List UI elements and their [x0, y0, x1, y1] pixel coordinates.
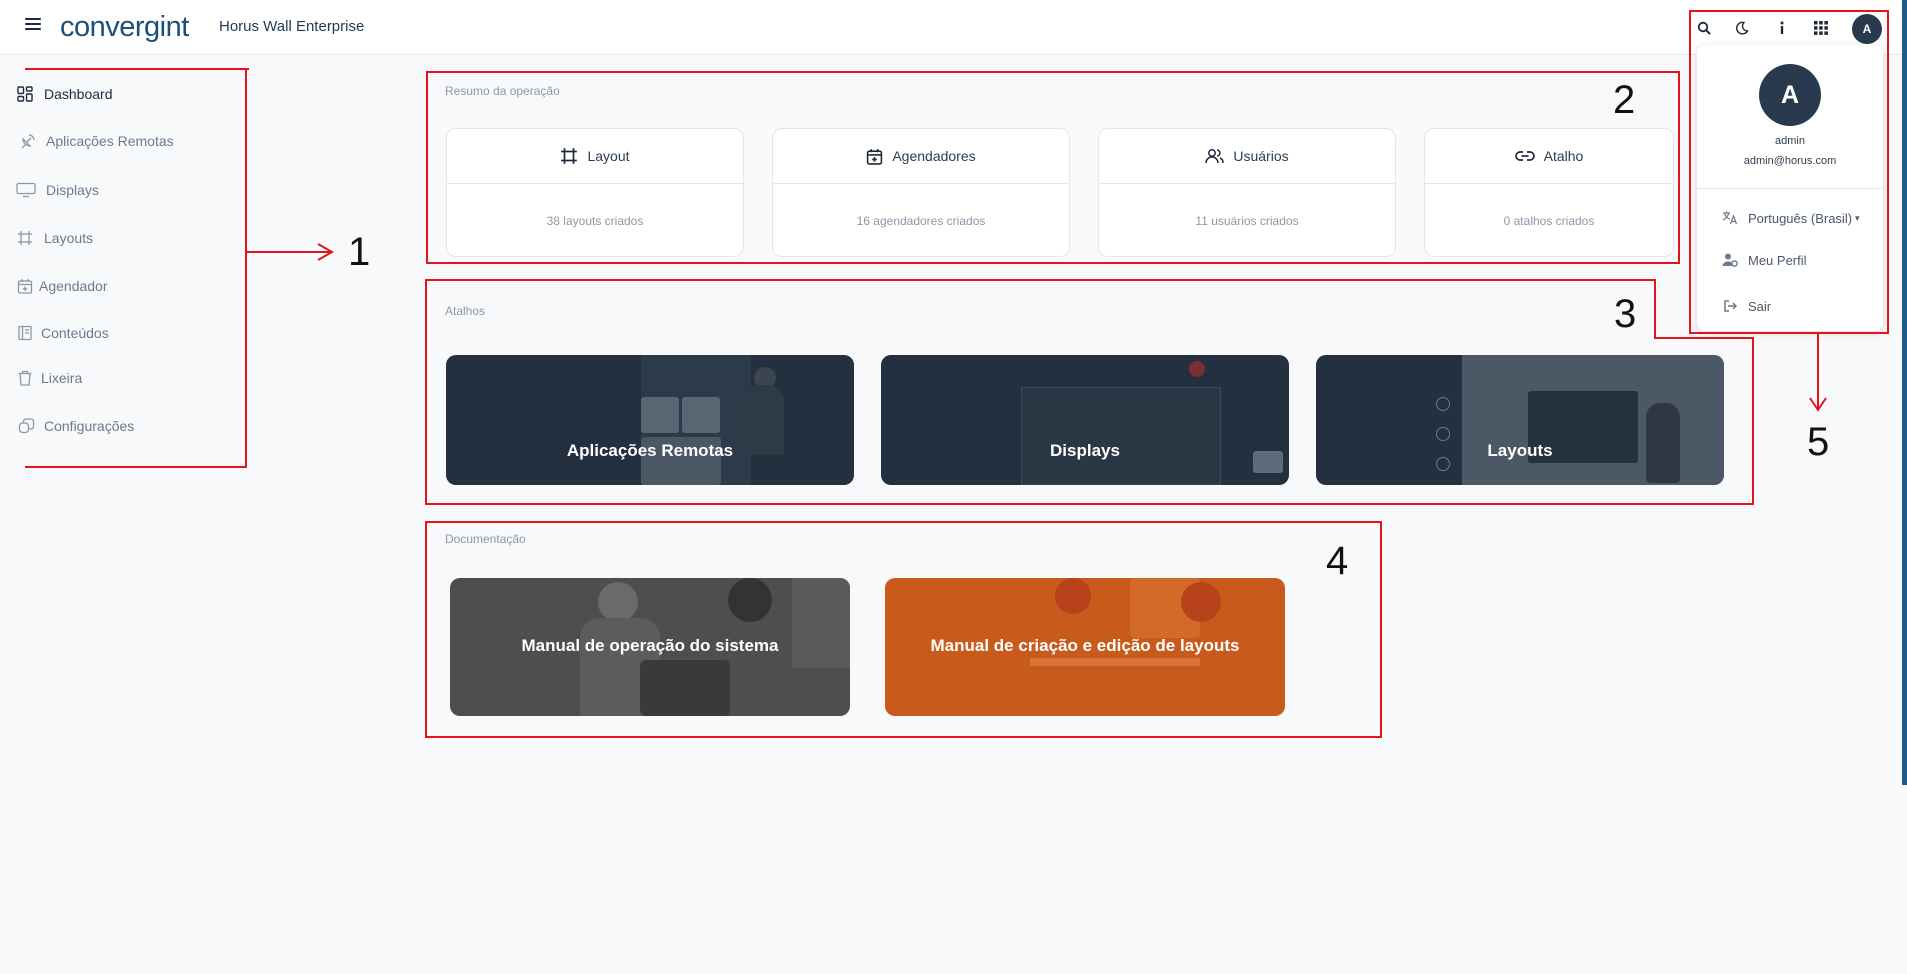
monitor-icon [16, 181, 36, 199]
illustration-icon [1436, 397, 1450, 411]
illustration-tile [641, 397, 679, 433]
brand-logo[interactable]: convergint [60, 11, 189, 44]
sidebar-item-remote-apps[interactable]: Aplicações Remotas [16, 129, 174, 153]
sidebar-item-contents[interactable]: Conteúdos [16, 321, 109, 345]
sidebar-item-scheduler[interactable]: Agendador [16, 274, 108, 298]
annotation-box-2 [426, 71, 1680, 264]
sidebar-item-label: Configurações [44, 418, 135, 434]
annotation-line [25, 68, 249, 70]
sidebar-item-displays[interactable]: Displays [16, 178, 99, 202]
sidebar-item-label: Dashboard [44, 86, 113, 102]
annotation-box-4 [425, 521, 1382, 738]
annotation-line [425, 279, 1655, 281]
annotation-line [1752, 337, 1754, 505]
annotation-number-3: 3 [1614, 292, 1637, 336]
sidebar-item-dashboard[interactable]: Dashboard [16, 82, 113, 106]
vertical-scrollbar[interactable] [1902, 0, 1907, 785]
shortcut-card-layouts[interactable]: Layouts [1316, 355, 1724, 485]
sidebar-item-label: Agendador [39, 278, 108, 294]
annotation-number-5: 5 [1807, 420, 1830, 464]
annotation-arrowhead [1809, 397, 1827, 412]
sidebar-item-label: Displays [46, 182, 99, 198]
shortcut-card-title: Aplicações Remotas [566, 441, 734, 460]
sidebar-item-label: Aplicações Remotas [46, 133, 174, 149]
calendar-plus-icon [16, 277, 34, 295]
annotation-number-2: 2 [1613, 78, 1636, 122]
shortcuts-section-label: Atalhos [445, 304, 486, 318]
annotation-line [245, 68, 247, 468]
illustration-tile [682, 397, 720, 433]
app-title: Horus Wall Enterprise [219, 18, 365, 35]
annotation-number-1: 1 [348, 230, 371, 274]
sidebar-item-trash[interactable]: Lixeira [16, 366, 82, 390]
frame-icon [16, 229, 34, 247]
sidebar-item-label: Conteúdos [41, 325, 109, 341]
book-icon [16, 324, 34, 342]
annotation-arrowhead [317, 243, 334, 261]
trash-icon [16, 369, 34, 387]
shortcut-card-title: Layouts [1487, 441, 1553, 460]
annotation-box-5 [1689, 10, 1889, 334]
annotation-line [425, 503, 1754, 505]
satellite-dish-icon [19, 132, 37, 150]
annotation-line [25, 466, 247, 468]
shortcut-card-displays[interactable]: Displays [881, 355, 1289, 485]
annotation-line [425, 279, 427, 505]
sidebar-item-label: Lixeira [41, 370, 83, 386]
illustration-screen [1021, 387, 1221, 485]
sidebar-item-layouts[interactable]: Layouts [16, 226, 93, 250]
dashboard-icon [16, 85, 34, 103]
sidebar-item-settings[interactable]: Configurações [16, 414, 134, 438]
annotation-line [1654, 337, 1754, 339]
sidebar-item-label: Layouts [44, 230, 94, 246]
annotation-line [1654, 279, 1656, 339]
shortcut-card-title: Displays [1050, 441, 1120, 460]
shortcut-card-remote-apps[interactable]: Aplicações Remotas [446, 355, 854, 485]
hamburger-menu-icon[interactable] [25, 18, 41, 34]
annotation-number-4: 4 [1326, 539, 1349, 583]
illustration-icon [1436, 427, 1450, 441]
copy-icon [17, 417, 35, 435]
top-header: convergint Horus Wall Enterprise A [0, 0, 1907, 55]
illustration-hand [1189, 361, 1205, 377]
